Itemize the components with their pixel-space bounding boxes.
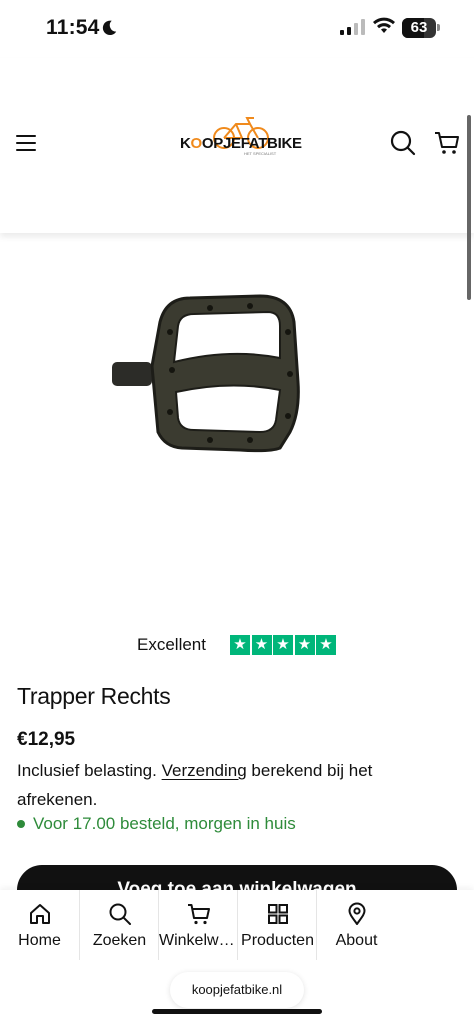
shipping-link[interactable]: Verzending (162, 761, 247, 780)
logo-wordmark: KOOPJEFATBIKE (180, 135, 302, 152)
star-icon: ★ (316, 635, 336, 655)
cart-icon (188, 904, 210, 925)
browser-url: koopjefatbike.nl (191, 982, 283, 997)
tax-prefix: Inclusief belasting. (17, 761, 157, 780)
nav-item-home[interactable]: Home (0, 890, 79, 960)
home-icon (30, 904, 50, 924)
logo-tagline: HET SPECIALIST (244, 151, 277, 156)
battery-icon: 63 (402, 18, 436, 38)
nav-item-products[interactable]: Producten (237, 890, 317, 960)
nav-label: Winkelwagen (159, 932, 238, 949)
site-logo[interactable]: KOOPJEFATBIKE HET SPECIALIST (178, 114, 302, 158)
search-icon (109, 903, 131, 925)
star-icon: ★ (273, 635, 293, 655)
nav-label: About (335, 932, 378, 949)
nav-item-about[interactable]: About (316, 890, 396, 960)
nav-label: Producten (241, 932, 314, 949)
home-indicator[interactable] (152, 1009, 322, 1014)
star-icon: ★ (230, 635, 250, 655)
status-bar: 11:54 63 (0, 0, 474, 58)
stock-text: Voor 17.00 besteld, morgen in huis (33, 814, 296, 833)
product-price: €12,95 (17, 729, 76, 750)
grid-icon (268, 904, 288, 924)
wifi-icon (373, 17, 395, 33)
browser-url-bar[interactable]: koopjefatbike.nl (170, 972, 304, 1008)
star-icon: ★ (294, 635, 315, 655)
nav-label: Home (18, 932, 61, 949)
stock-dot-icon (17, 820, 25, 828)
nav-label: Zoeken (92, 932, 147, 949)
cellular-signal-icon (340, 19, 365, 35)
menu-icon[interactable] (16, 135, 36, 151)
nav-item-search[interactable]: Zoeken (79, 890, 159, 960)
stock-status: Voor 17.00 besteld, morgen in huis (17, 814, 296, 834)
location-pin-icon (348, 902, 366, 925)
product-image[interactable] (110, 292, 302, 454)
moon-icon (102, 20, 117, 36)
cart-icon[interactable] (434, 130, 460, 156)
product-title: Trapper Rechts (17, 683, 171, 709)
rating-stars: ★ ★ ★ ★ ★ (230, 635, 338, 655)
star-icon: ★ (251, 635, 272, 655)
battery-level: 63 (410, 19, 428, 36)
search-icon[interactable] (390, 130, 416, 156)
rating-label: Excellent (137, 635, 206, 654)
battery-nub (437, 24, 440, 31)
nav-item-cart[interactable]: Winkelwagen (158, 890, 238, 960)
status-time: 11:54 (46, 16, 100, 39)
tax-note: Inclusief belasting. Verzending berekend… (17, 756, 437, 814)
site-header: KOOPJEFATBIKE HET SPECIALIST (0, 58, 474, 233)
scrollbar[interactable] (467, 115, 471, 300)
